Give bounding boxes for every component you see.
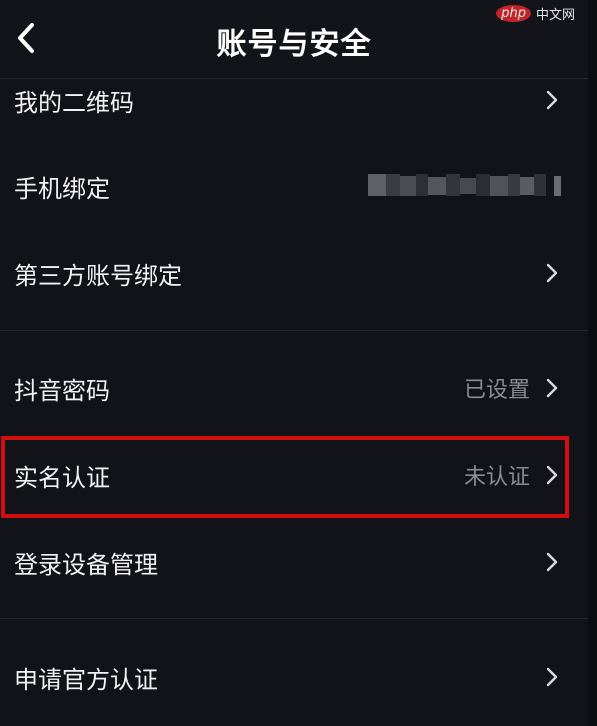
section-divider (0, 618, 588, 619)
chevron-right-icon (546, 378, 558, 398)
watermark-text: 中文网 (535, 8, 575, 23)
right-edge-strip (588, 0, 597, 726)
row-value: 已设置 (463, 378, 530, 403)
settings-row-official-verification[interactable]: 申请官方认证 (0, 647, 588, 707)
blurred-phone-number (368, 174, 561, 196)
row-label: 手机绑定 (14, 175, 110, 203)
php-logo: php (496, 5, 531, 22)
chevron-right-icon (546, 552, 558, 572)
row-label: 登录设备管理 (14, 551, 158, 579)
row-label: 我的二维码 (14, 89, 134, 117)
page-title: 账号与安全 (216, 27, 372, 62)
settings-row-login-device-management[interactable]: 登录设备管理 (0, 532, 588, 592)
row-label: 第三方账号绑定 (14, 262, 182, 290)
top-navigation-bar: 账号与安全 php 中文网 (0, 0, 588, 78)
site-watermark: php 中文网 (496, 4, 575, 23)
row-label: 抖音密码 (14, 377, 110, 405)
settings-row-third-party-binding[interactable]: 第三方账号绑定 (0, 243, 588, 303)
settings-row-douyin-password[interactable]: 抖音密码 已设置 (0, 358, 588, 418)
chevron-right-icon (546, 263, 558, 283)
chevron-right-icon (546, 90, 558, 110)
chevron-right-icon (546, 667, 558, 687)
settings-row-qrcode[interactable]: 我的二维码 (0, 70, 588, 130)
section-divider (0, 330, 588, 331)
highlight-box (1, 436, 569, 518)
row-label: 申请官方认证 (14, 666, 158, 694)
account-security-screen: 账号与安全 php 中文网 我的二维码 手机绑定 第三方账号绑定 抖音密码 已设… (0, 0, 597, 726)
